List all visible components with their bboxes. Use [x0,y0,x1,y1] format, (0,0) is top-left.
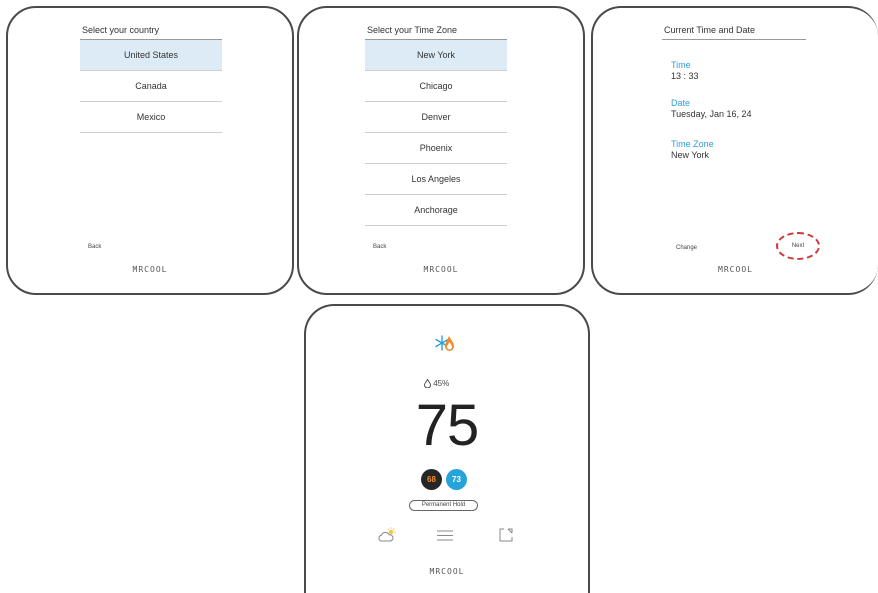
date-value: Tuesday, Jan 16, 24 [671,109,752,119]
heat-cool-mode-icon[interactable] [435,333,455,353]
menu-icon[interactable] [437,530,453,541]
timezone-list: New York Chicago Denver Phoenix Los Ange… [365,40,507,226]
country-list: United States Canada Mexico [80,40,222,133]
weather-icon[interactable] [378,527,396,543]
humidity-readout: 45% [424,378,450,389]
heat-setpoint[interactable]: 68 [421,469,442,490]
cool-setpoint[interactable]: 73 [446,469,467,490]
next-button[interactable]: Next [776,232,820,260]
timezone-option-denver[interactable]: Denver [365,102,507,133]
timezone-label: Time Zone [671,139,714,149]
humidity-value: 45% [433,379,450,388]
screen-title: Select your Time Zone [367,25,458,35]
country-select-screen: Select your country United States Canada… [6,6,294,295]
timezone-option-anchorage[interactable]: Anchorage [365,195,507,226]
timezone-option-phoenix[interactable]: Phoenix [365,133,507,164]
timezone-value: New York [671,150,710,160]
country-option-mexico[interactable]: Mexico [80,102,222,133]
timezone-option-new-york[interactable]: New York [365,40,507,71]
country-option-canada[interactable]: Canada [80,71,222,102]
change-button[interactable]: Change [676,245,697,251]
timezone-select-screen: Select your Time Zone New York Chicago D… [297,6,585,295]
back-button[interactable]: Back [373,244,386,250]
fan-icon[interactable] [499,528,513,542]
date-label: Date [671,98,691,108]
brand-logo: MRCOOL [429,567,465,576]
hold-mode-pill[interactable]: Permanent Hold [409,500,478,511]
droplet-icon [424,378,431,389]
back-button[interactable]: Back [88,244,101,250]
screen-title: Select your country [82,25,160,35]
screen-title: Current Time and Date [664,25,756,35]
thermostat-home-screen: 45% 75 68 73 Permanent Hold MRCOOL [304,304,590,593]
brand-logo: MRCOOL [718,265,753,274]
brand-logo: MRCOOL [423,265,459,274]
datetime-confirm-screen: Current Time and Date Time 13 : 33 Date … [591,6,878,295]
country-option-united-states[interactable]: United States [80,40,222,71]
current-temperature: 75 [415,393,480,458]
time-value: 13 : 33 [671,71,699,81]
time-label: Time [671,60,691,70]
timezone-option-los-angeles[interactable]: Los Angeles [365,164,507,195]
brand-logo: MRCOOL [132,265,168,274]
title-divider [662,39,806,40]
timezone-option-chicago[interactable]: Chicago [365,71,507,102]
